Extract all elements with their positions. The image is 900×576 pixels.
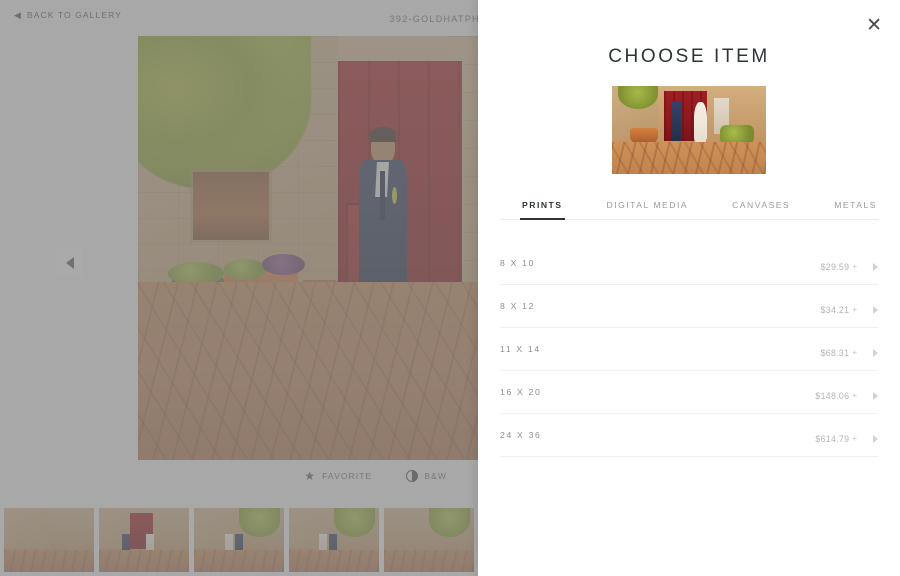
item-price-plus: +	[852, 434, 857, 443]
item-size-label: 8 X 12	[500, 301, 536, 311]
item-price: $29.59	[820, 261, 850, 272]
modal-title: CHOOSE ITEM	[608, 46, 770, 67]
item-price: $614.79	[815, 433, 850, 444]
list-item[interactable]: 8 X 12 $34.21 +	[500, 285, 878, 328]
modal-thumb-plant	[719, 124, 754, 145]
chevron-right-icon[interactable]	[873, 434, 878, 443]
item-price-plus: +	[852, 348, 857, 357]
list-item[interactable]: 24 X 36 $614.79 +	[500, 414, 878, 457]
item-price-plus: +	[852, 305, 857, 314]
product-category-tabs[interactable]: PRINTS DIGITAL MEDIA CANVASES METALS	[500, 200, 878, 220]
item-size-label: 16 X 20	[500, 387, 542, 397]
list-item[interactable]: 16 X 20 $148.06 +	[500, 371, 878, 414]
list-item[interactable]: 11 X 14 $68.31 +	[500, 328, 878, 371]
print-size-list: 8 X 10 $29.59 + 8 X 12 $34.21 + 11 X 14 …	[500, 242, 878, 457]
item-price: $34.21	[820, 304, 850, 315]
item-size-label: 11 X 14	[500, 344, 541, 354]
item-price: $148.06	[815, 390, 850, 401]
modal-thumb-bride	[693, 101, 708, 143]
tab-prints[interactable]: PRINTS	[500, 200, 585, 220]
item-price-plus: +	[852, 262, 857, 271]
chevron-right-icon[interactable]	[873, 262, 878, 271]
tab-metals[interactable]: METALS	[812, 200, 899, 219]
item-size-label: 24 X 36	[500, 430, 542, 440]
modal-thumb-groom	[670, 101, 682, 141]
chevron-right-icon[interactable]	[873, 348, 878, 357]
item-size-label: 8 X 10	[500, 258, 536, 268]
modal-item-thumbnail	[612, 86, 766, 174]
modal-thumbnail-wrap	[478, 86, 900, 174]
close-icon[interactable]: ✕	[866, 16, 882, 35]
tab-canvases[interactable]: CANVASES	[710, 200, 812, 219]
item-price-plus: +	[852, 391, 857, 400]
list-item[interactable]: 8 X 10 $29.59 +	[500, 242, 878, 285]
chevron-right-icon[interactable]	[873, 305, 878, 314]
modal-thumb-cobblestone	[612, 142, 766, 174]
photo-store-page: ◀ BACK TO GALLERY 392-GOLDHATPHOTOS	[0, 0, 900, 576]
item-price: $68.31	[820, 347, 850, 358]
choose-item-modal: ✕ CHOOSE ITEM PRINTS DIGITAL MEDIA CANVA…	[478, 0, 900, 576]
tab-digital-media[interactable]: DIGITAL MEDIA	[585, 200, 711, 219]
chevron-right-icon[interactable]	[873, 391, 878, 400]
